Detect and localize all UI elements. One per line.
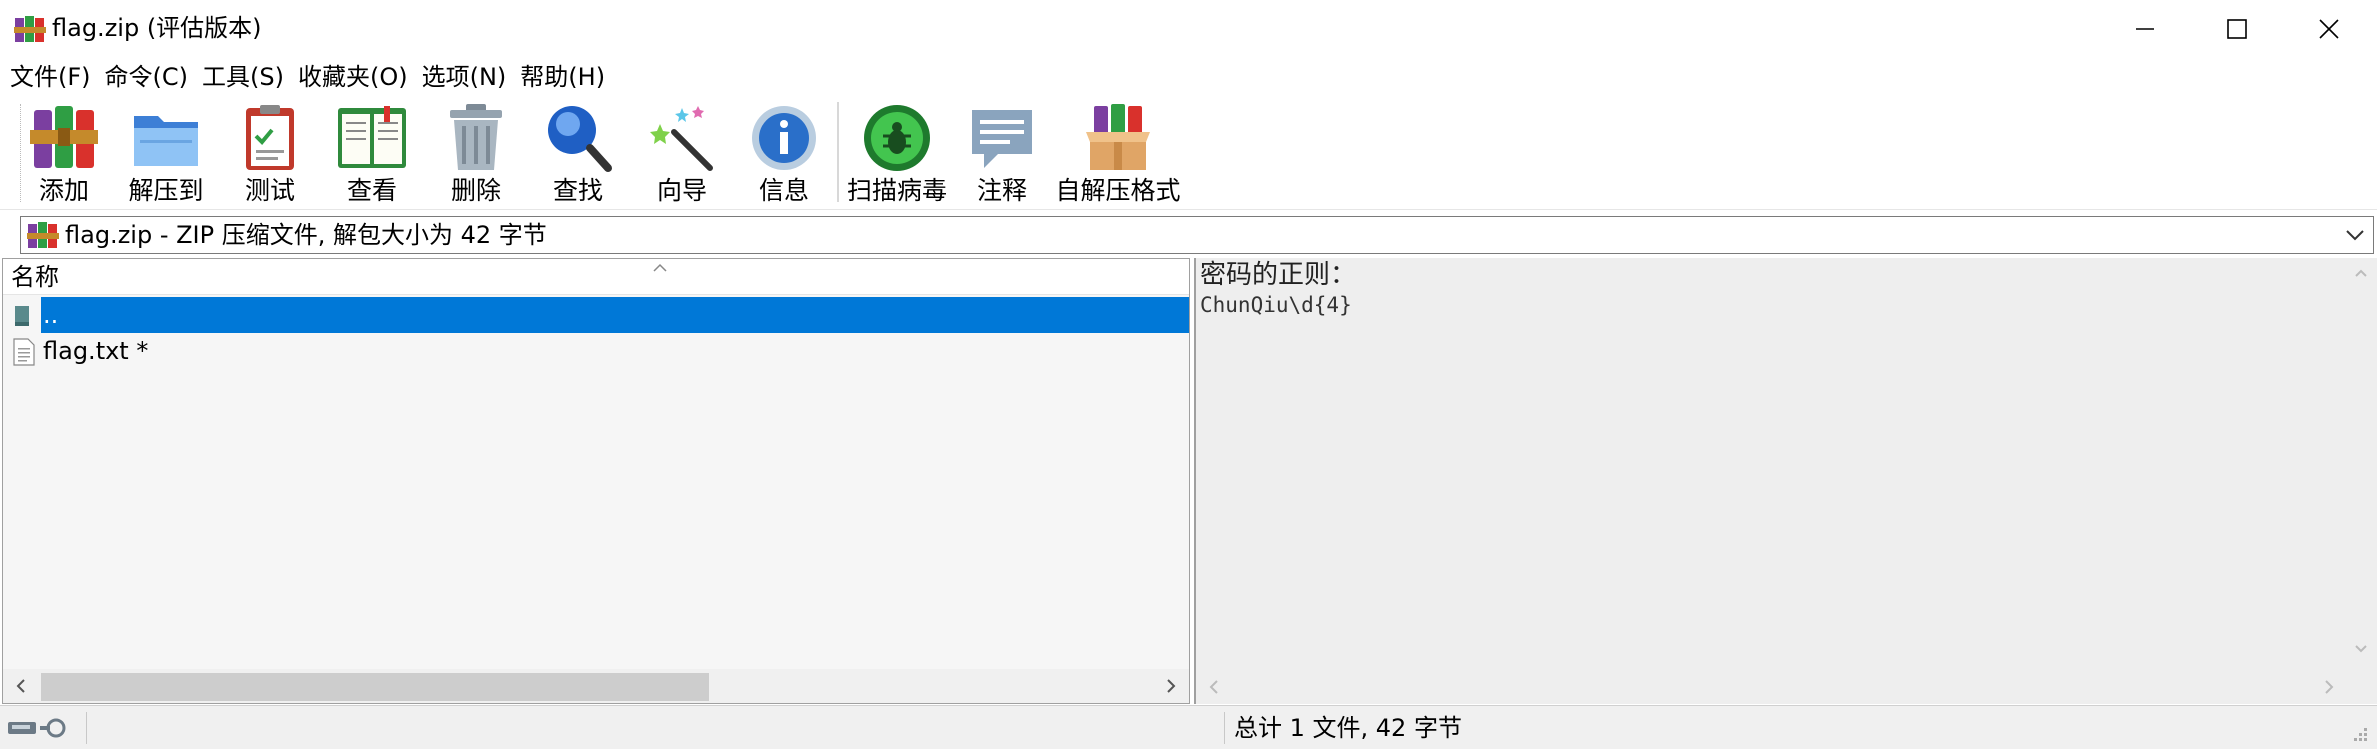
scroll-left-icon[interactable]: [13, 677, 29, 695]
delete-button[interactable]: 删除: [438, 102, 514, 206]
info-button[interactable]: 信息: [746, 102, 822, 206]
sfx-icon: [1086, 104, 1150, 170]
menu-commands[interactable]: 命令(C): [105, 60, 188, 94]
chevron-down-icon[interactable]: [2343, 224, 2367, 246]
file-list-horizontal-scrollbar[interactable]: [3, 669, 1189, 703]
file-name: flag.txt *: [43, 337, 149, 365]
archive-icon: [27, 222, 59, 248]
menu-favorites[interactable]: 收藏夹(O): [298, 60, 408, 94]
comment-button[interactable]: 注释: [964, 102, 1040, 206]
column-name-label: 名称: [11, 263, 59, 291]
wizard-button[interactable]: 向导: [644, 102, 720, 206]
winrar-app-icon[interactable]: [14, 14, 46, 44]
virus-scan-icon: [864, 105, 930, 171]
find-button[interactable]: 查找: [540, 102, 616, 206]
scroll-up-icon[interactable]: [2353, 264, 2369, 282]
minimize-button[interactable]: [2099, 0, 2191, 58]
virus-scan-label: 扫描病毒: [846, 176, 947, 205]
virus-scan-button[interactable]: 扫描病毒: [846, 102, 948, 206]
address-text: flag.zip - ZIP 压缩文件, 解包大小为 42 字节: [65, 221, 547, 249]
menu-file[interactable]: 文件(F): [10, 60, 91, 94]
scroll-right-icon[interactable]: [1163, 677, 1179, 695]
minimize-icon: [2136, 28, 2154, 30]
scroll-right-icon[interactable]: [2321, 678, 2337, 696]
wizard-icon: [650, 106, 713, 171]
sfx-label: 自解压格式: [1055, 176, 1181, 205]
menu-options[interactable]: 选项(N): [422, 60, 507, 94]
scroll-left-icon[interactable]: [1206, 678, 1222, 696]
info-icon: [752, 106, 816, 170]
test-icon: [246, 105, 294, 170]
menu-help[interactable]: 帮助(H): [520, 60, 605, 94]
delete-icon: [450, 104, 502, 170]
comment-horizontal-scrollbar[interactable]: [1196, 670, 2345, 704]
test-label: 测试: [244, 176, 295, 205]
sfx-button[interactable]: 自解压格式: [1054, 102, 1182, 206]
file-list-pane: 名称 .. flag.txt *: [2, 258, 1190, 704]
close-button[interactable]: [2283, 0, 2375, 58]
add-label: 添加: [38, 176, 89, 205]
status-separator: [86, 712, 87, 744]
menu-tools[interactable]: 工具(S): [202, 60, 284, 94]
comment-pane[interactable]: 密码的正则： ChunQiu\d{4}: [1194, 258, 2377, 704]
status-summary: 总计 1 文件, 42 字节: [1234, 714, 1462, 742]
wizard-label: 向导: [656, 176, 707, 205]
toolbar: 添加 解压到 测试 查看 删除 查找 向导 信息 扫描病毒 注释 自解压格式: [0, 96, 2377, 210]
maximize-icon: [2227, 19, 2247, 39]
toolbar-grip[interactable]: [20, 104, 23, 202]
extract-to-button[interactable]: 解压到: [128, 102, 204, 206]
maximize-button[interactable]: [2191, 0, 2283, 58]
window-title: flag.zip (评估版本): [52, 14, 262, 42]
file-name: ..: [43, 301, 59, 329]
view-icon: [338, 106, 406, 168]
status-bar: 总计 1 文件, 42 字节: [0, 705, 2377, 749]
parent-folder-icon: [15, 306, 29, 326]
sort-ascending-icon: [653, 263, 667, 272]
toolbar-separator: [837, 102, 839, 202]
comment-vertical-scrollbar[interactable]: [2343, 258, 2377, 668]
info-label: 信息: [758, 176, 809, 205]
scroll-down-icon[interactable]: [2353, 640, 2369, 658]
comment-body: ChunQiu\d{4}: [1200, 293, 1352, 317]
add-button[interactable]: 添加: [26, 102, 102, 206]
drive-key-icon[interactable]: [6, 716, 74, 740]
status-separator: [1224, 712, 1225, 744]
table-row[interactable]: flag.txt *: [3, 333, 1189, 369]
column-header-name[interactable]: 名称: [3, 259, 1189, 295]
menu-bar: 文件(F) 命令(C) 工具(S) 收藏夹(O) 选项(N) 帮助(H): [0, 58, 2377, 96]
comment-icon: [972, 110, 1032, 168]
find-icon: [548, 106, 612, 172]
comment-label: 注释: [976, 176, 1027, 205]
extract-to-label: 解压到: [128, 176, 204, 205]
extract-to-icon: [134, 116, 198, 166]
resize-grip-icon[interactable]: [2349, 723, 2369, 743]
scrollbar-thumb[interactable]: [41, 673, 709, 701]
view-button[interactable]: 查看: [332, 102, 412, 206]
test-button[interactable]: 测试: [232, 102, 308, 206]
text-file-icon: [13, 338, 35, 366]
delete-label: 删除: [450, 176, 501, 205]
address-bar[interactable]: flag.zip - ZIP 压缩文件, 解包大小为 42 字节: [20, 216, 2374, 254]
close-icon: [2319, 19, 2339, 39]
find-label: 查找: [552, 176, 603, 205]
table-row[interactable]: ..: [3, 297, 1189, 333]
view-label: 查看: [346, 176, 397, 205]
title-bar: flag.zip (评估版本): [0, 0, 2377, 58]
add-icon: [30, 106, 98, 168]
